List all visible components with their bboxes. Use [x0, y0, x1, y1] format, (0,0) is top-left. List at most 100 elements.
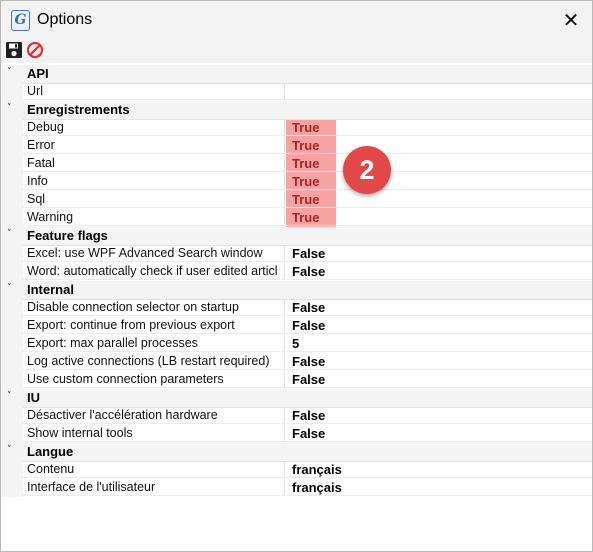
chevron-down-icon[interactable]: ˅ [7, 229, 12, 239]
row-gutter [1, 155, 23, 173]
category-label: IU [27, 390, 40, 405]
property-value[interactable]: False [286, 245, 592, 262]
property-name: Sql [23, 191, 285, 208]
save-icon[interactable] [5, 41, 23, 59]
property-value[interactable] [286, 83, 592, 100]
category-langue[interactable]: ˅ Langue [1, 443, 592, 462]
property-name: Contenu [23, 461, 285, 478]
property-name: Word: automatically check if user edited… [23, 263, 285, 280]
row-gutter [1, 245, 23, 263]
property-name: Log active connections (LB restart requi… [23, 353, 285, 370]
property-name: Show internal tools [23, 425, 285, 442]
property-row-custom-connection-params[interactable]: Use custom connection parameters False [1, 371, 592, 389]
property-name: Désactiver l'accélération hardware [23, 407, 285, 424]
row-gutter [1, 191, 23, 209]
chevron-down-icon[interactable]: ˅ [7, 445, 12, 455]
property-name: Use custom connection parameters [23, 371, 285, 388]
window-title: Options [37, 11, 93, 28]
property-value[interactable]: False [286, 353, 592, 370]
property-value[interactable]: False [286, 317, 592, 334]
category-internal[interactable]: ˅ Internal [1, 281, 592, 300]
chevron-down-icon[interactable]: ˅ [7, 67, 12, 77]
property-value[interactable]: False [286, 299, 592, 316]
property-value[interactable]: False [286, 407, 592, 424]
row-gutter [1, 83, 23, 101]
property-row-word-check[interactable]: Word: automatically check if user edited… [1, 263, 592, 281]
property-value[interactable]: True [286, 119, 592, 136]
property-name: Error [23, 137, 285, 154]
property-value[interactable]: False [286, 371, 592, 388]
row-gutter [1, 317, 23, 335]
property-name: Fatal [23, 155, 285, 172]
category-feature-flags[interactable]: ˅ Feature flags [1, 227, 592, 246]
property-value[interactable]: False [286, 263, 592, 280]
chevron-down-icon[interactable]: ˅ [7, 391, 12, 401]
property-row-excel-wpf[interactable]: Excel: use WPF Advanced Search window Fa… [1, 245, 592, 263]
description-area [1, 501, 592, 551]
property-grid: ˅ API Url ˅ Enregistrements Debug True E… [1, 65, 592, 501]
property-row-disable-hw-accel[interactable]: Désactiver l'accélération hardware False [1, 407, 592, 425]
chevron-down-icon[interactable]: ˅ [7, 283, 12, 293]
row-gutter [1, 371, 23, 389]
property-row-disable-connection-selector[interactable]: Disable connection selector on startup F… [1, 299, 592, 317]
category-iu[interactable]: ˅ IU [1, 389, 592, 408]
row-gutter [1, 407, 23, 425]
property-row-sql[interactable]: Sql True [1, 191, 592, 209]
row-gutter [1, 137, 23, 155]
row-gutter [1, 461, 23, 479]
property-value[interactable]: True [286, 155, 592, 172]
category-label: Feature flags [27, 228, 108, 243]
close-icon[interactable]: ✕ [557, 7, 585, 33]
property-row-error[interactable]: Error True [1, 137, 592, 155]
property-row-show-internal-tools[interactable]: Show internal tools False [1, 425, 592, 443]
property-row-export-continue[interactable]: Export: continue from previous export Fa… [1, 317, 592, 335]
property-row-warning[interactable]: Warning True [1, 209, 592, 227]
property-value[interactable]: True [286, 191, 592, 208]
property-row-export-max-parallel[interactable]: Export: max parallel processes 5 [1, 335, 592, 353]
property-value[interactable]: False [286, 425, 592, 442]
property-name: Export: max parallel processes [23, 335, 285, 352]
property-value[interactable]: 5 [286, 335, 592, 352]
property-row-info[interactable]: Info True [1, 173, 592, 191]
options-window: G Options ✕ ˅ API Url ˅ Enregistrements … [0, 0, 593, 552]
property-row-contenu[interactable]: Contenu français [1, 461, 592, 479]
category-label: API [27, 66, 49, 81]
property-name: Info [23, 173, 285, 190]
property-row-log-active-connections[interactable]: Log active connections (LB restart requi… [1, 353, 592, 371]
property-value[interactable]: français [286, 461, 592, 478]
property-row-url[interactable]: Url [1, 83, 592, 101]
property-value[interactable]: True [286, 173, 592, 190]
cancel-icon[interactable] [26, 41, 44, 59]
property-value[interactable]: True [286, 137, 592, 154]
property-name: Warning [23, 209, 285, 226]
property-row-interface-language[interactable]: Interface de l'utilisateur français [1, 479, 592, 497]
category-label: Enregistrements [27, 102, 130, 117]
property-value[interactable]: français [286, 479, 592, 496]
property-name: Interface de l'utilisateur [23, 479, 285, 496]
app-icon: G [11, 10, 30, 31]
row-gutter [1, 425, 23, 443]
title-bar: G Options ✕ [1, 1, 592, 39]
category-enregistrements[interactable]: ˅ Enregistrements [1, 101, 592, 120]
callout-badge: 2 [343, 146, 391, 194]
row-gutter [1, 119, 23, 137]
category-api[interactable]: ˅ API [1, 65, 592, 84]
property-name: Export: continue from previous export [23, 317, 285, 334]
property-name: Debug [23, 119, 285, 136]
property-name: Excel: use WPF Advanced Search window [23, 245, 285, 262]
category-label: Internal [27, 282, 74, 297]
category-label: Langue [27, 444, 74, 459]
row-gutter [1, 335, 23, 353]
property-row-debug[interactable]: Debug True [1, 119, 592, 137]
toolbar [1, 39, 592, 63]
property-name: Url [23, 83, 285, 100]
chevron-down-icon[interactable]: ˅ [7, 103, 12, 113]
row-gutter [1, 353, 23, 371]
property-row-fatal[interactable]: Fatal True [1, 155, 592, 173]
property-name: Disable connection selector on startup [23, 299, 285, 316]
row-gutter [1, 263, 23, 281]
row-gutter [1, 173, 23, 191]
row-gutter [1, 209, 23, 227]
row-gutter [1, 299, 23, 317]
property-value[interactable]: True [286, 209, 592, 226]
